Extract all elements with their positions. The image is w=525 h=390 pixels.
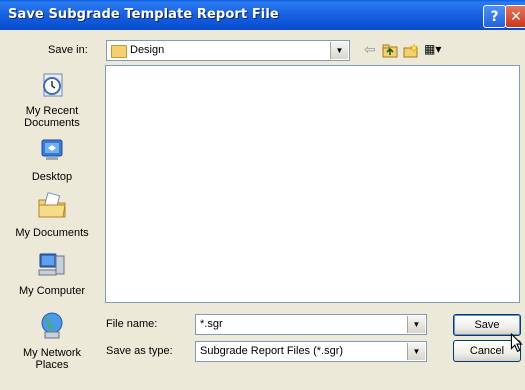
place-my-documents[interactable]: My Documents: [7, 190, 97, 239]
place-label: Desktop: [31, 171, 73, 183]
close-button[interactable]: ✕: [505, 5, 525, 28]
place-label: My Network Places: [22, 347, 82, 371]
save-as-type-dropdown[interactable]: Subgrade Report Files (*.sgr) ▼: [195, 341, 427, 362]
place-network-places[interactable]: My Network Places: [7, 310, 97, 371]
save-in-value: Design: [130, 44, 165, 56]
title-bar: Save Subgrade Template Report File ? ✕: [0, 0, 525, 30]
new-folder-icon[interactable]: [403, 43, 419, 59]
desktop-icon: [41, 139, 63, 160]
places-bar: My Recent Documents Desktop My Documents…: [7, 62, 97, 382]
place-my-computer[interactable]: My Computer: [7, 248, 97, 297]
file-name-label: File name:: [106, 318, 158, 330]
recent-documents-icon: [43, 73, 63, 97]
place-label: My Computer: [18, 285, 86, 297]
save-button-label: Save: [474, 319, 500, 331]
chevron-down-icon[interactable]: ▼: [407, 343, 425, 360]
help-button[interactable]: ?: [483, 5, 506, 28]
save-as-type-label: Save as type:: [106, 345, 173, 357]
file-name-value: *.sgr: [200, 318, 223, 330]
chevron-down-icon[interactable]: ▼: [330, 42, 348, 59]
close-icon: ✕: [510, 8, 522, 25]
up-folder-icon[interactable]: [382, 43, 398, 59]
place-label: My Recent Documents: [24, 105, 80, 129]
mouse-cursor-icon: [510, 333, 523, 353]
my-computer-icon: [38, 253, 65, 276]
folder-icon: [111, 45, 127, 58]
my-documents-icon: [38, 192, 66, 218]
help-icon: ?: [490, 8, 499, 25]
place-label: My Documents: [15, 227, 89, 239]
views-menu-icon[interactable]: ▦▾: [424, 42, 448, 58]
file-list[interactable]: [105, 65, 520, 303]
cancel-button-label: Cancel: [469, 345, 505, 357]
window-title: Save Subgrade Template Report File: [8, 7, 279, 22]
back-arrow-icon[interactable]: ⇦: [364, 41, 380, 57]
save-in-dropdown[interactable]: Design ▼: [106, 40, 350, 61]
chevron-down-icon[interactable]: ▼: [407, 316, 425, 333]
save-as-type-value: Subgrade Report Files (*.sgr): [200, 345, 344, 357]
save-in-label: Save in:: [48, 44, 88, 56]
place-recent-documents[interactable]: My Recent Documents: [7, 68, 97, 129]
network-places-icon: [41, 312, 63, 339]
place-desktop[interactable]: Desktop: [7, 134, 97, 183]
file-name-input[interactable]: *.sgr ▼: [195, 314, 427, 335]
